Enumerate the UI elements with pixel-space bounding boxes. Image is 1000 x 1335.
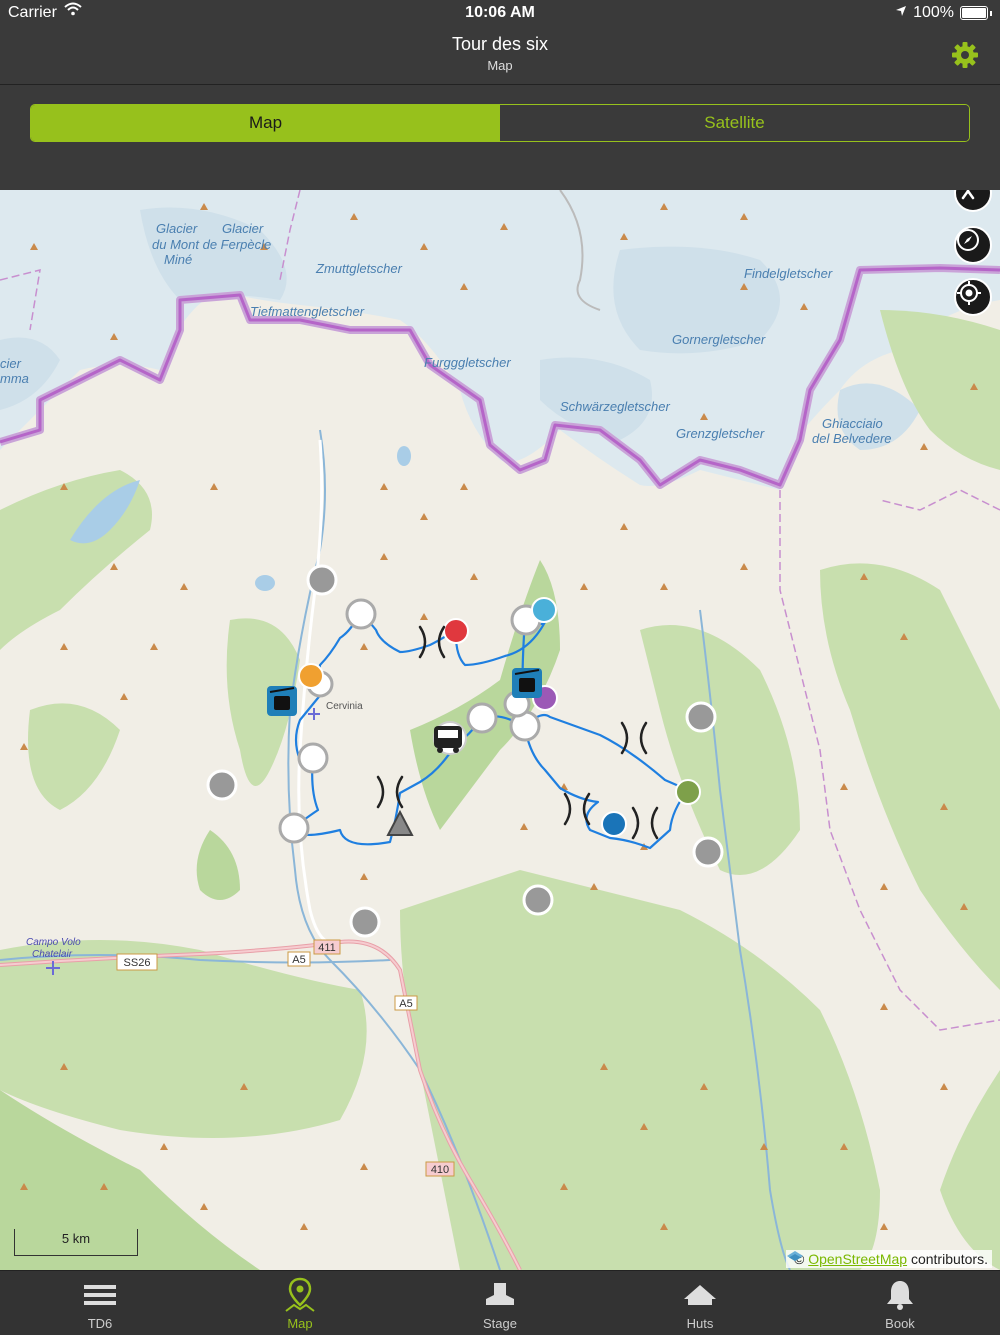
bell-icon xyxy=(882,1277,918,1313)
tab-book-label: Book xyxy=(885,1316,915,1331)
segment-satellite[interactable]: Satellite xyxy=(500,105,969,141)
label-mine: Miné xyxy=(164,252,192,267)
label-schwarzegletscher: Schwärzegletscher xyxy=(560,399,670,414)
map-type-segmented-control: Map Satellite xyxy=(30,104,970,142)
tab-bar: TD6 Map Stage Huts Book xyxy=(0,1270,1000,1335)
locate-button[interactable] xyxy=(954,278,992,316)
tab-huts[interactable]: Huts xyxy=(600,1271,800,1335)
status-bar: Carrier 10:06 AM 100% xyxy=(0,0,1000,28)
label-glacier-2: Glacier xyxy=(222,221,264,236)
road-label-410: 410 xyxy=(431,1164,449,1176)
road-label-a5-west: A5 xyxy=(292,954,305,966)
gear-icon[interactable] xyxy=(950,40,980,70)
label-del-belvedere: del Belvedere xyxy=(812,431,892,446)
map-canvas: SS26 A5 411 A5 410 Glacier Glacier du Mo… xyxy=(0,190,1000,1270)
map-view[interactable]: SS26 A5 411 A5 410 Glacier Glacier du Mo… xyxy=(0,190,1000,1270)
openstreetmap-link[interactable]: OpenStreetMap xyxy=(808,1251,907,1267)
tab-huts-label: Huts xyxy=(686,1316,714,1331)
navigation-bar: Tour des six Map xyxy=(0,28,1000,85)
attribution-suffix: contributors. xyxy=(910,1251,988,1267)
tab-stage-label: Stage xyxy=(483,1316,517,1331)
menu-icon xyxy=(82,1277,118,1313)
road-label-ss26: SS26 xyxy=(124,957,151,969)
map-attribution: © OpenStreetMap contributors. xyxy=(786,1250,992,1268)
road-label-a5-south: A5 xyxy=(399,998,412,1010)
battery-percent: 100% xyxy=(913,4,954,21)
tab-td6-label: TD6 xyxy=(87,1316,113,1331)
tab-map[interactable]: Map xyxy=(200,1271,400,1335)
label-cervinia: Cervinia xyxy=(326,701,363,712)
tab-map-label: Map xyxy=(287,1316,313,1331)
compass-button[interactable] xyxy=(954,226,992,264)
label-campo-volo: Campo Volo xyxy=(26,937,81,948)
page-subtitle: Map xyxy=(487,58,513,73)
scale-bar: 5 km xyxy=(14,1229,138,1256)
tab-stage[interactable]: Stage xyxy=(400,1271,600,1335)
label-zmuttgletscher: Zmuttgletscher xyxy=(315,261,403,276)
hut-icon xyxy=(682,1277,718,1313)
location-arrow-icon xyxy=(895,4,907,22)
label-grenzgletscher: Grenzgletscher xyxy=(676,426,765,441)
clock: 10:06 AM xyxy=(465,4,535,21)
tab-td6[interactable]: TD6 xyxy=(0,1271,200,1335)
page-title: Tour des six xyxy=(451,34,549,54)
label-furgggletscher: Furgggletscher xyxy=(424,355,511,370)
map-type-area: Map Satellite xyxy=(0,85,1000,190)
label-chatelair: Chatelair xyxy=(32,949,73,960)
map-pin-icon xyxy=(282,1277,318,1313)
label-mma: mma xyxy=(0,371,29,386)
boot-icon xyxy=(482,1277,518,1313)
tab-book[interactable]: Book xyxy=(800,1271,1000,1335)
label-gornergletscher: Gornergletscher xyxy=(672,332,766,347)
label-ghiacciaio: Ghiacciaio xyxy=(822,416,883,431)
label-mont-de-ferpecle: du Mont de Ferpècle xyxy=(152,237,271,252)
battery-icon xyxy=(960,6,988,20)
road-label-411: 411 xyxy=(318,942,336,954)
label-cier: cier xyxy=(0,356,22,371)
label-tiefmattengletscher: Tiefmattengletscher xyxy=(250,304,365,319)
segment-map[interactable]: Map xyxy=(31,105,500,141)
label-findelgletscher: Findelgletscher xyxy=(744,266,833,281)
label-glacier-1: Glacier xyxy=(156,221,198,236)
